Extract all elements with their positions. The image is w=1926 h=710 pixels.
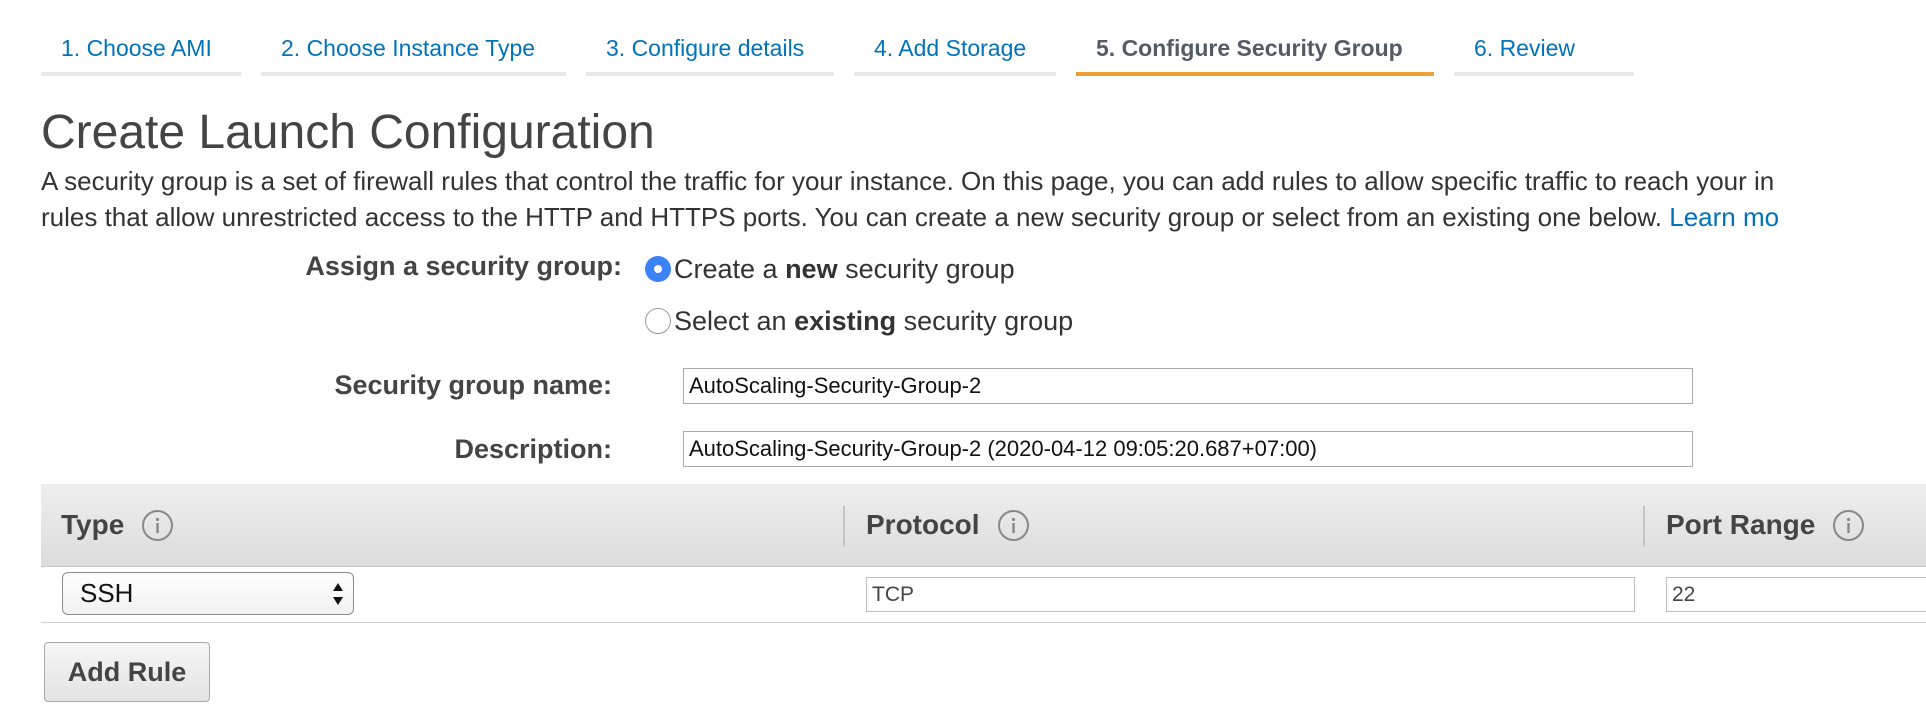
radio-create-new-security-group[interactable]: Create a new security group	[645, 252, 1015, 286]
rule-type-select[interactable]: SSH	[62, 572, 354, 615]
learn-more-link[interactable]: Learn mo	[1669, 202, 1779, 232]
radio-selected-icon[interactable]	[645, 256, 671, 282]
tab-configure-details[interactable]: 3. Configure details	[586, 22, 834, 76]
tab-choose-instance-type[interactable]: 2. Choose Instance Type	[261, 22, 566, 76]
radio-select-existing-label: Select an existing security group	[674, 305, 1074, 336]
launch-config-page: 1. Choose AMI 2. Choose Instance Type 3.…	[0, 0, 1926, 710]
protocol-field[interactable]	[866, 577, 1635, 612]
column-header-type: Type	[61, 484, 174, 566]
description-input[interactable]	[683, 431, 1693, 467]
intro-line-2-text: rules that allow unrestricted access to …	[41, 202, 1663, 232]
tab-choose-ami[interactable]: 1. Choose AMI	[41, 22, 241, 76]
info-icon[interactable]	[997, 509, 1029, 541]
column-separator	[1643, 506, 1645, 546]
info-icon[interactable]	[1833, 509, 1865, 541]
column-separator	[843, 506, 845, 546]
tab-review[interactable]: 6. Review	[1454, 22, 1634, 76]
radio-create-new-label: Create a new security group	[674, 253, 1015, 284]
tab-add-storage[interactable]: 4. Add Storage	[854, 22, 1056, 76]
security-group-name-input[interactable]	[683, 368, 1693, 404]
tab-configure-security-group[interactable]: 5. Configure Security Group	[1076, 22, 1434, 76]
add-rule-button[interactable]: Add Rule	[44, 642, 210, 702]
rule-type-value: SSH	[80, 578, 134, 608]
intro-line-1: A security group is a set of firewall ru…	[41, 166, 1775, 196]
column-header-port-range: Port Range	[1666, 484, 1865, 566]
radio-select-existing-security-group[interactable]: Select an existing security group	[645, 304, 1073, 338]
info-icon[interactable]	[142, 509, 174, 541]
page-title: Create Launch Configuration	[41, 106, 655, 159]
radio-unselected-icon[interactable]	[645, 308, 671, 334]
column-header-protocol: Protocol	[866, 484, 1029, 566]
description-label: Description:	[454, 434, 612, 464]
security-group-name-label: Security group name:	[334, 370, 612, 400]
assign-security-group-label: Assign a security group:	[305, 251, 622, 281]
rules-table-header: Type Protocol Port Range	[41, 484, 1926, 567]
intro-text: A security group is a set of firewall ru…	[41, 163, 1926, 235]
select-arrows-icon	[333, 583, 343, 605]
port-range-field[interactable]	[1666, 577, 1926, 612]
intro-line-2: rules that allow unrestricted access to …	[41, 199, 1926, 235]
